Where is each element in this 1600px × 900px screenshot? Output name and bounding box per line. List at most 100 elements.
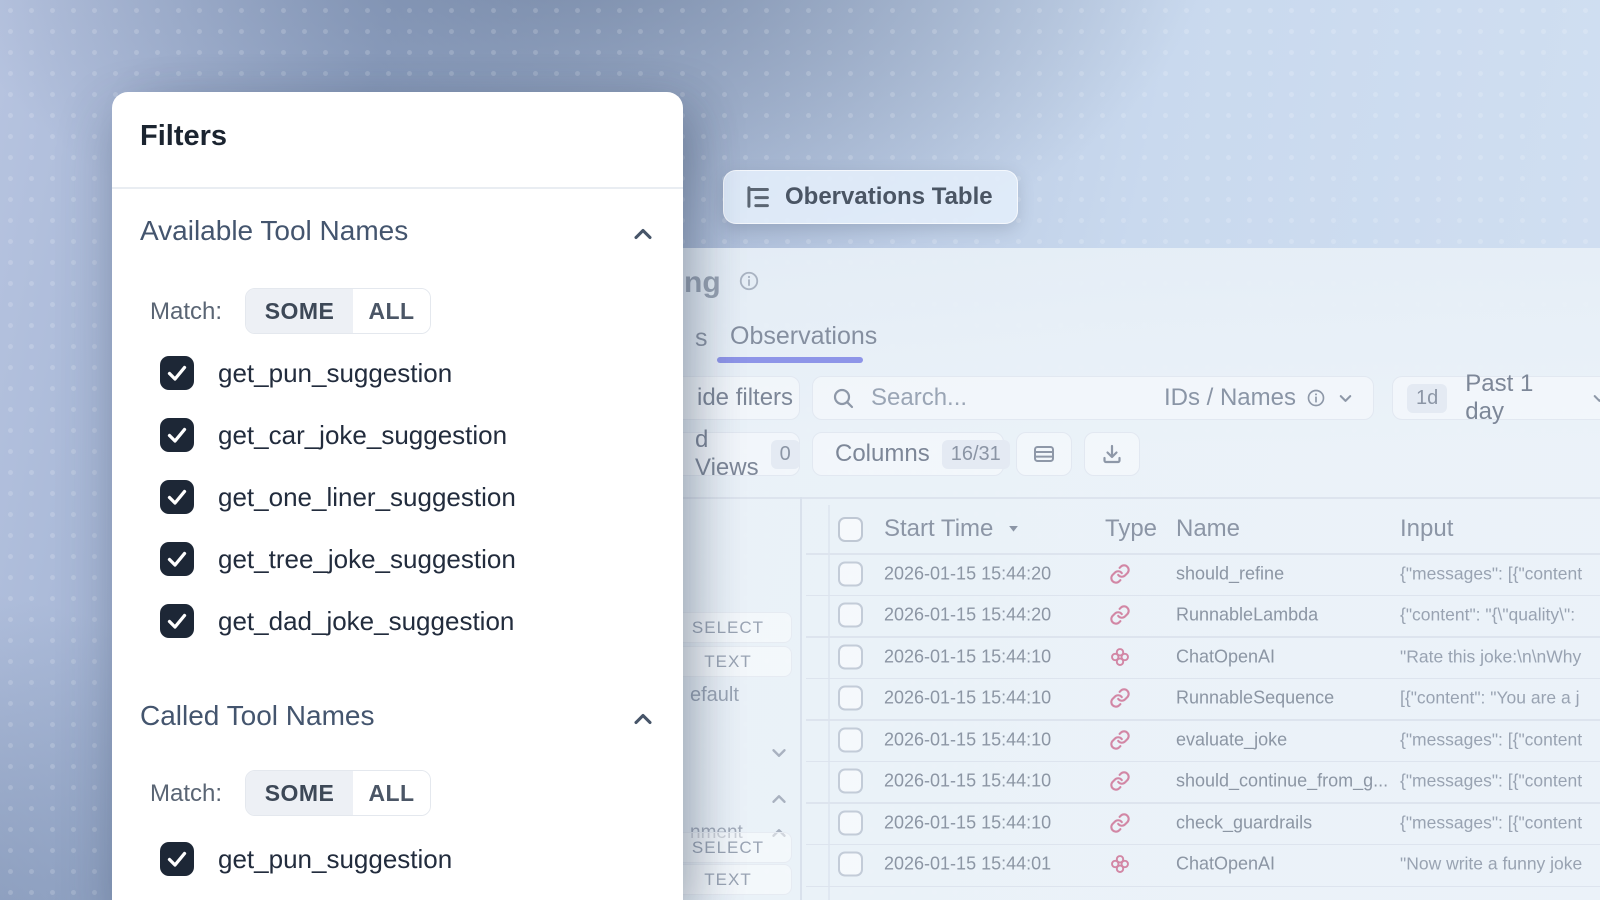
filter-item-label: get_tree_joke_suggestion	[218, 544, 516, 575]
observations-table-button[interactable]: Obervations Table	[723, 170, 1018, 224]
table-row[interactable]: 2026-01-15 15:44:10 ChatOpenAI "Rate thi…	[660, 636, 1600, 678]
download-button[interactable]	[1084, 432, 1140, 476]
sort-desc-triangle-icon	[1006, 521, 1021, 536]
cell-start-time: 2026-01-15 15:44:20	[884, 563, 1051, 584]
checkbox-checked[interactable]	[160, 842, 194, 876]
link-icon	[1109, 563, 1131, 585]
info-icon	[1306, 388, 1326, 408]
search-scope-label[interactable]: IDs / Names	[1164, 384, 1296, 412]
info-icon	[738, 270, 760, 292]
row-checkbox[interactable]	[838, 852, 863, 877]
time-range-badge: 1d	[1407, 384, 1447, 413]
cell-name: should_continue_from_g...	[1176, 771, 1388, 792]
cell-name: RunnableSequence	[1176, 688, 1334, 709]
search-input[interactable]	[871, 384, 1151, 412]
page-title-fragment: ng	[684, 266, 721, 300]
tab-previous-fragment[interactable]: s	[695, 324, 708, 353]
cell-start-time: 2026-01-15 15:44:10	[884, 646, 1051, 667]
cell-input: {"messages": [{"content	[1400, 812, 1582, 833]
link-icon	[1109, 687, 1131, 709]
search-box[interactable]: IDs / Names	[812, 376, 1374, 420]
column-header-name[interactable]: Name	[1176, 515, 1240, 543]
column-header-input[interactable]: Input	[1400, 515, 1453, 543]
filter-item-label: get_pun_suggestion	[218, 358, 452, 389]
table-row[interactable]: 2026-01-15 15:44:01 ChatOpenAI "Now writ…	[660, 844, 1600, 886]
table-row[interactable]: 2026-01-15 15:44:10 should_continue_from…	[660, 761, 1600, 803]
filter-item: get_car_joke_suggestion	[112, 418, 683, 458]
match-option-all[interactable]: ALL	[353, 771, 430, 815]
screenshot-stage: ng s Observations ide filters IDs / Name…	[0, 0, 1600, 900]
row-checkbox[interactable]	[838, 727, 863, 752]
checkbox-checked[interactable]	[160, 480, 194, 514]
checkbox-checked[interactable]	[160, 418, 194, 452]
saved-views-label: d Views	[695, 426, 759, 482]
cell-name: ChatOpenAI	[1176, 854, 1275, 875]
filter-item-label: get_pun_suggestion	[218, 844, 452, 875]
list-tree-icon	[742, 182, 772, 212]
columns-count-badge: 16/31	[942, 440, 1010, 469]
filter-item-label: get_car_joke_suggestion	[218, 420, 507, 451]
cell-name: evaluate_joke	[1176, 729, 1287, 750]
match-toggle: SOME ALL	[245, 770, 431, 816]
active-tab-underline	[717, 357, 863, 363]
download-icon	[1100, 442, 1124, 466]
chevron-up-icon[interactable]	[629, 705, 657, 733]
saved-views-count-badge: 0	[771, 440, 800, 469]
cell-name: RunnableLambda	[1176, 605, 1318, 626]
generation-icon	[1109, 646, 1131, 668]
link-icon	[1109, 729, 1131, 751]
columns-label: Columns	[835, 440, 930, 468]
link-icon	[1109, 604, 1131, 626]
column-header-type[interactable]: Type	[1105, 515, 1157, 543]
row-checkbox[interactable]	[838, 561, 863, 586]
time-range-selector[interactable]: 1d Past 1 day	[1392, 376, 1600, 420]
filter-item: get_tree_joke_suggestion	[112, 542, 683, 582]
row-checkbox[interactable]	[838, 686, 863, 711]
cell-input: "Now write a funny joke	[1400, 854, 1582, 875]
match-label: Match:	[150, 298, 222, 326]
cell-start-time: 2026-01-15 15:44:10	[884, 729, 1051, 750]
match-option-some[interactable]: SOME	[246, 289, 353, 333]
row-checkbox[interactable]	[838, 810, 863, 835]
time-range-label: Past 1 day	[1465, 370, 1578, 426]
section-available-tool-names: Available Tool Names	[140, 215, 408, 247]
cell-start-time: 2026-01-15 15:44:10	[884, 771, 1051, 792]
row-checkbox[interactable]	[838, 644, 863, 669]
search-icon	[831, 386, 855, 410]
table-row[interactable]: 2026-01-15 15:44:10 RunnableSequence [{"…	[660, 678, 1600, 720]
chevron-down-icon	[1590, 389, 1600, 408]
cell-name: ChatOpenAI	[1176, 646, 1275, 667]
table-row[interactable]: 2026-01-15 15:44:10 check_guardrails {"m…	[660, 802, 1600, 844]
table-row[interactable]: 2026-01-15 15:44:20 should_refine {"mess…	[660, 553, 1600, 595]
checkbox-checked[interactable]	[160, 604, 194, 638]
row-height-button[interactable]	[1016, 432, 1072, 476]
filter-item: get_pun_suggestion	[112, 842, 683, 882]
link-icon	[1109, 770, 1131, 792]
match-option-all[interactable]: ALL	[353, 289, 430, 333]
filters-title: Filters	[140, 120, 227, 153]
checkbox-checked[interactable]	[160, 542, 194, 576]
columns-button[interactable]: Columns 16/31	[812, 432, 1004, 476]
row-checkbox[interactable]	[838, 603, 863, 628]
checkbox-checked[interactable]	[160, 356, 194, 390]
tab-observations[interactable]: Observations	[730, 322, 877, 351]
cell-input: {"messages": [{"content	[1400, 729, 1582, 750]
panel-divider	[112, 187, 683, 189]
cell-input: {"messages": [{"content	[1400, 563, 1582, 584]
table-row[interactable]: 2026-01-15 15:44:20 RunnableLambda {"con…	[660, 595, 1600, 637]
cell-start-time: 2026-01-15 15:44:01	[884, 854, 1051, 875]
chevron-down-icon[interactable]	[1336, 389, 1355, 408]
cell-start-time: 2026-01-15 15:44:20	[884, 605, 1051, 626]
cell-input: [{"content": "You are a j	[1400, 688, 1580, 709]
row-checkbox[interactable]	[838, 769, 863, 794]
column-header-start-time[interactable]: Start Time	[884, 515, 1021, 543]
match-option-some[interactable]: SOME	[246, 771, 353, 815]
table-row[interactable]: 2026-01-15 15:44:10 evaluate_joke {"mess…	[660, 719, 1600, 761]
select-all-checkbox[interactable]	[838, 517, 863, 542]
match-toggle: SOME ALL	[245, 288, 431, 334]
link-icon	[1109, 812, 1131, 834]
chevron-up-icon[interactable]	[629, 220, 657, 248]
hide-filters-label: ide filters	[697, 384, 793, 412]
cell-input: {"messages": [{"content	[1400, 771, 1582, 792]
row-divider	[806, 886, 1600, 888]
